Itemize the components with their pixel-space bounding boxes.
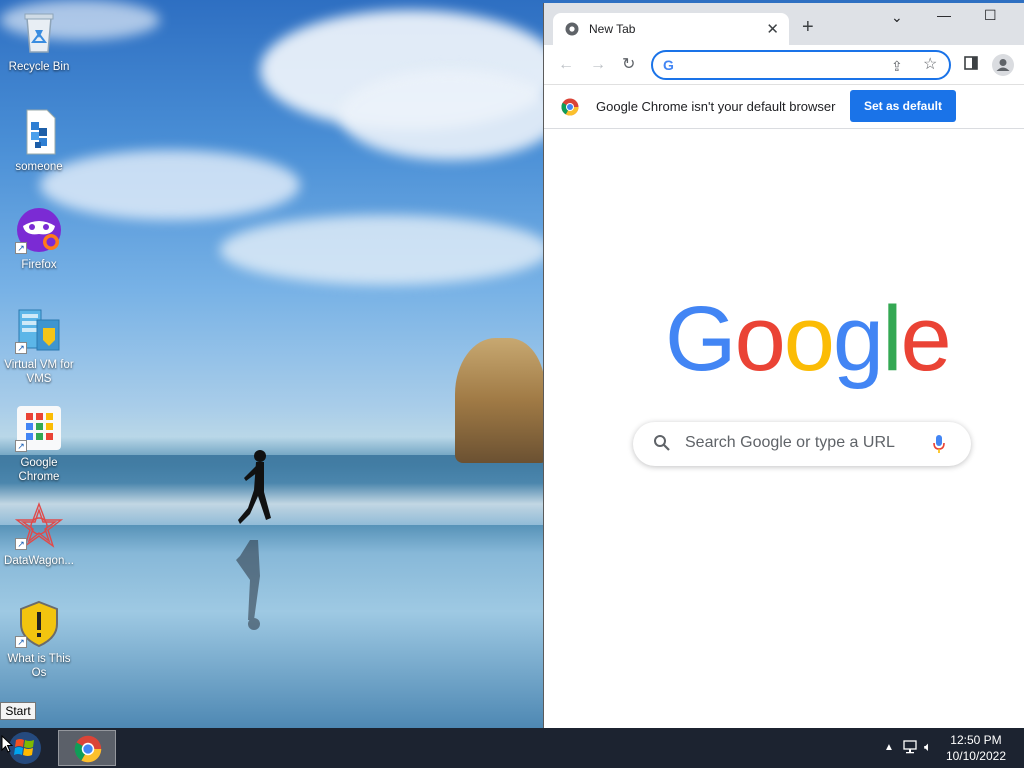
default-browser-infobar: Google Chrome isn't your default browser… [544, 85, 1024, 129]
network-icon[interactable] [902, 740, 918, 757]
address-bar[interactable]: G ⇪ ☆ [651, 50, 951, 80]
chrome-logo-icon [74, 735, 102, 768]
firefox-icon: ↗ [15, 206, 63, 254]
minimize-icon[interactable]: — [937, 7, 951, 23]
desktop-icon-firefox[interactable]: ↗ Firefox [0, 206, 78, 272]
google-logo: Google [665, 288, 952, 390]
start-tooltip: Start [0, 702, 36, 720]
virtual-vm-icon: ↗ [15, 306, 63, 354]
cloud [220, 215, 550, 285]
desktop-icon-virtual-vm[interactable]: ↗ Virtual VM for VMS [0, 306, 78, 386]
desktop-icon-label: Google Chrome [18, 457, 60, 483]
chrome-toolbar: ← → ↻ G ⇪ ☆ [544, 45, 1024, 85]
profile-avatar-icon[interactable] [992, 54, 1014, 82]
desktop-icon-label: Virtual VM for VMS [4, 359, 74, 385]
desktop-icon-label: What is This Os [7, 653, 71, 679]
document-icon [15, 108, 63, 156]
search-icon [653, 434, 671, 457]
desktop-icon-label: Firefox [21, 259, 57, 271]
shortcut-arrow-icon: ↗ [15, 440, 27, 452]
back-arrow-icon[interactable]: ← [558, 55, 574, 75]
clock[interactable]: 12:50 PM 10/10/2022 [946, 732, 1006, 764]
clock-date: 10/10/2022 [945, 749, 1006, 763]
shortcut-arrow-icon: ↗ [15, 342, 27, 354]
chrome-icon: ↗ [15, 404, 63, 452]
close-tab-icon[interactable]: ✕ [766, 20, 779, 38]
shortcut-arrow-icon: ↗ [15, 242, 27, 254]
shortcut-arrow-icon: ↗ [15, 636, 27, 648]
system-tray: ▲ 🔈︎ 12:50 PM 10/10/2022 [864, 728, 1024, 768]
desktop-icon-someone[interactable]: someone [0, 108, 78, 174]
microphone-icon[interactable] [933, 434, 945, 459]
infobar-message: Google Chrome isn't your default browser [596, 99, 836, 114]
taskbar-chrome-button[interactable] [58, 730, 116, 766]
desktop-icon-label: DataWagon... [4, 555, 74, 567]
volume-icon[interactable]: 🔈︎ [924, 739, 932, 755]
share-icon[interactable]: ⇪ [891, 56, 903, 76]
mouse-cursor-icon [1, 735, 13, 753]
cloud [340, 70, 560, 160]
chrome-window: New Tab ✕ + ⌄ — ☐ ← → ↻ G ⇪ ☆ Google Chr… [543, 3, 1024, 728]
runner-silhouette [238, 450, 271, 524]
chrome-favicon-icon [565, 22, 579, 41]
forward-arrow-icon[interactable]: → [590, 55, 606, 75]
taskbar: ▲ 🔈︎ 12:50 PM 10/10/2022 [0, 728, 1024, 768]
desktop-icon-google-chrome[interactable]: ↗ Google Chrome [0, 404, 78, 484]
show-hidden-icons-chevron-icon[interactable]: ▲ [884, 742, 894, 753]
runner-reflection [236, 540, 260, 630]
search-input[interactable] [685, 434, 925, 452]
search-box[interactable] [633, 422, 971, 466]
set-as-default-button[interactable]: Set as default [850, 90, 956, 122]
maximize-icon[interactable]: ☐ [984, 7, 997, 24]
tab-new-tab[interactable]: New Tab ✕ [553, 13, 789, 45]
side-panel-icon[interactable] [964, 56, 978, 76]
desktop-icon-what-is-this-os[interactable]: ↗ What is This Os [0, 600, 78, 680]
google-g-icon: G [663, 57, 674, 73]
tab-search-chevron-icon[interactable]: ⌄ [891, 9, 903, 26]
chrome-logo-icon [561, 98, 579, 121]
recycle-bin-icon [15, 8, 63, 56]
new-tab-button[interactable]: + [802, 16, 814, 38]
desktop-icon-recycle-bin[interactable]: Recycle Bin [0, 8, 78, 74]
desktop-icon-label: Recycle Bin [8, 61, 70, 73]
cloud [40, 150, 300, 220]
reload-icon[interactable]: ↻ [622, 55, 635, 75]
new-tab-page: Google [544, 129, 1024, 728]
desktop-icon-label: someone [15, 161, 63, 173]
clock-time: 12:50 PM [950, 733, 1002, 747]
bookmark-star-icon[interactable]: ☆ [923, 55, 937, 75]
tab-title: New Tab [589, 22, 636, 36]
rock-formation [455, 338, 545, 463]
shortcut-arrow-icon: ↗ [15, 538, 27, 550]
datawagon-icon: ↗ [14, 502, 64, 550]
desktop-icon-datawagon[interactable]: ↗ DataWagon... [0, 502, 78, 568]
chrome-titlebar: New Tab ✕ + ⌄ — ☐ [544, 3, 1024, 45]
shield-warning-icon: ↗ [15, 600, 63, 648]
